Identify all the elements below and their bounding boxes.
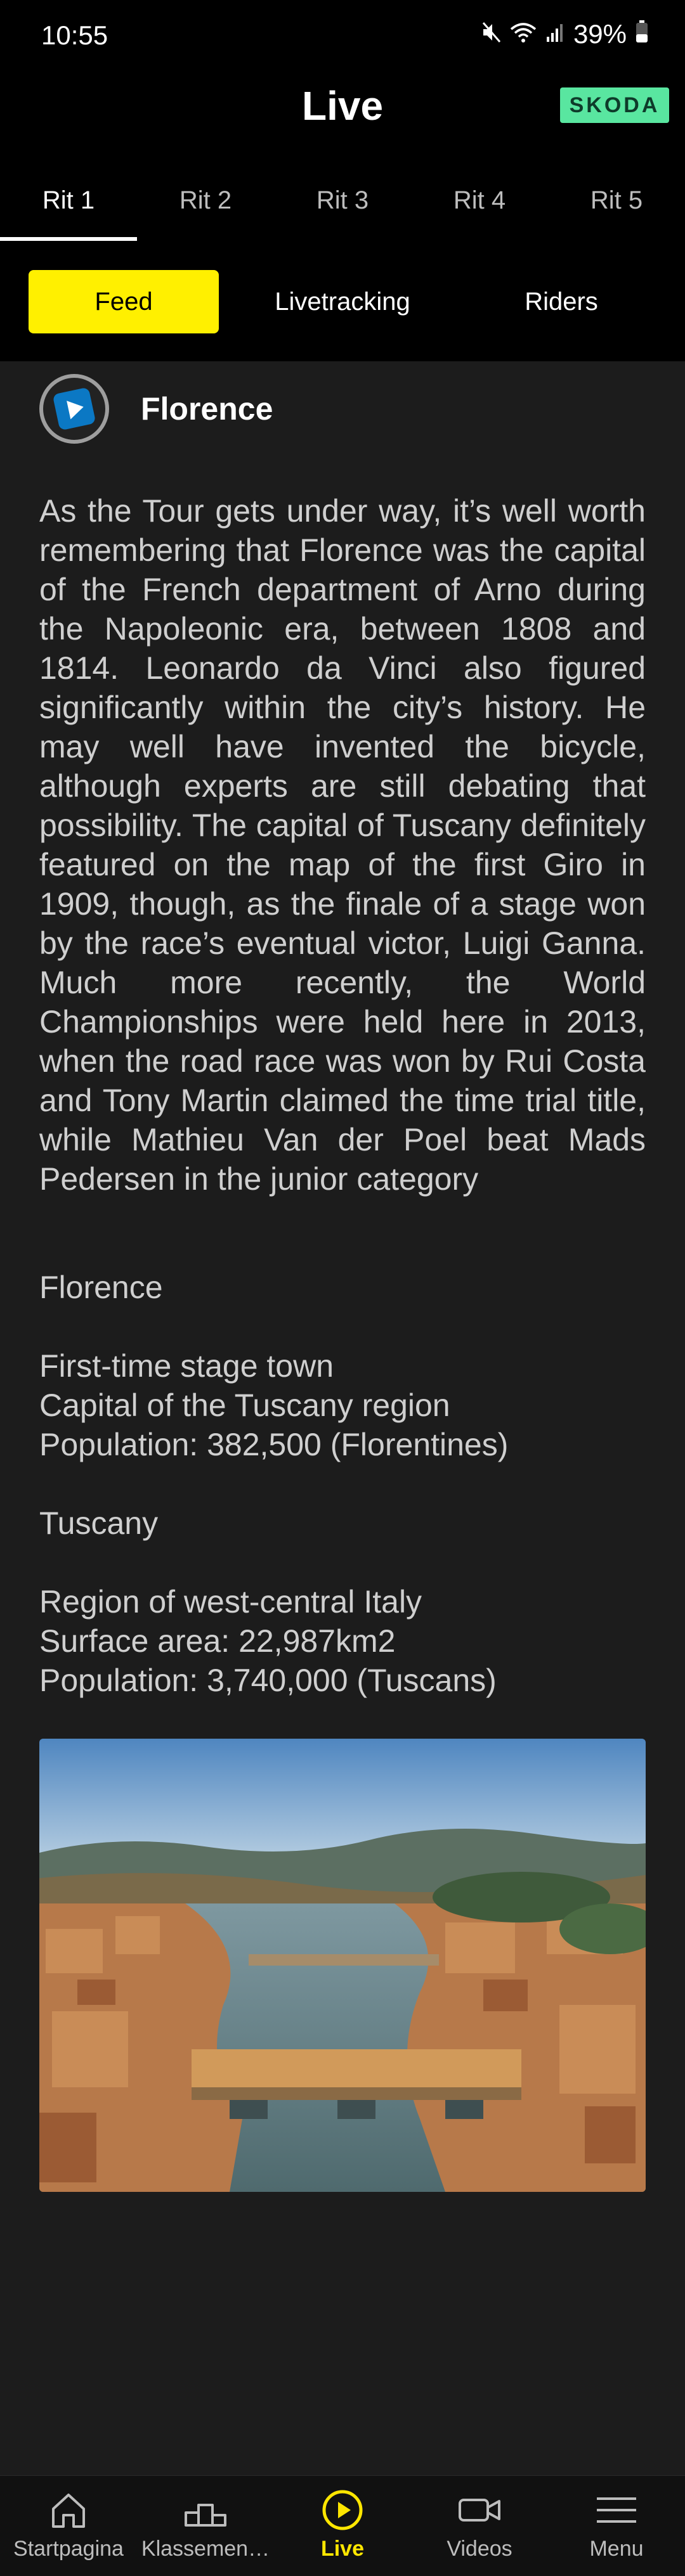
status-bar: 10:55 39% (0, 0, 685, 76)
stage-tabs: Rit 1 Rit 2 Rit 3 Rit 4 Rit 5 (0, 165, 685, 241)
florence-fact: First-time stage town (39, 1348, 334, 1384)
tab-rit-5[interactable]: Rit 5 (548, 165, 685, 241)
video-camera-icon (457, 2487, 502, 2533)
nav-label: Live (320, 2537, 365, 2561)
signal-icon (545, 19, 564, 49)
nav-label: Menu (589, 2537, 644, 2561)
nav-live[interactable]: Live (274, 2476, 411, 2576)
nav-label: Videos (447, 2537, 512, 2561)
florence-photo (39, 1739, 646, 2192)
florence-fact: Population: 382,500 (Florentines) (39, 1427, 509, 1462)
tab-rit-1[interactable]: Rit 1 (0, 165, 137, 241)
nav-videos[interactable]: Videos (411, 2476, 548, 2576)
live-play-icon (320, 2487, 365, 2533)
florence-heading: Florence (39, 1270, 163, 1305)
view-segments: Feed Livetracking Riders (0, 241, 685, 361)
florence-fact: Capital of the Tuscany region (39, 1388, 450, 1423)
tuscany-info: Tuscany Region of west-central Italy Sur… (39, 1504, 646, 1700)
nav-klassement[interactable]: Klassemen… (137, 2476, 274, 2576)
segment-riders[interactable]: Riders (466, 270, 656, 333)
battery-icon (636, 19, 648, 49)
post-body: As the Tour gets under way, it’s well wo… (39, 493, 646, 1197)
segment-livetracking[interactable]: Livetracking (247, 270, 438, 333)
status-time: 10:55 (41, 20, 108, 50)
tuscany-fact: Surface area: 22,987km2 (39, 1623, 396, 1659)
tuscany-heading: Tuscany (39, 1505, 159, 1541)
nav-menu[interactable]: Menu (548, 2476, 685, 2576)
bottom-navigation: Startpagina Klassemen… Live Videos Menu (0, 2475, 685, 2576)
mute-icon (482, 19, 501, 49)
tuscany-fact: Population: 3,740,000 (Tuscans) (39, 1663, 497, 1698)
hamburger-menu-icon (594, 2487, 639, 2533)
segment-feed[interactable]: Feed (29, 270, 219, 333)
home-icon (46, 2487, 91, 2533)
app-header: Live SKODA (0, 76, 685, 165)
battery-percentage: 39% (573, 19, 627, 49)
post-title: Florence (141, 391, 273, 427)
sponsor-logo[interactable]: SKODA (560, 87, 669, 123)
tab-rit-2[interactable]: Rit 2 (137, 165, 274, 241)
wifi-icon (510, 19, 537, 49)
tuscany-fact: Region of west-central Italy (39, 1584, 422, 1620)
nav-label: Startpagina (13, 2537, 124, 2561)
nav-startpagina[interactable]: Startpagina (0, 2476, 137, 2576)
tab-rit-3[interactable]: Rit 3 (274, 165, 411, 241)
status-icons: 39% (482, 19, 648, 49)
podium-icon (183, 2487, 228, 2533)
video-play-icon[interactable] (39, 374, 109, 444)
post-header: Florence (39, 374, 273, 444)
nav-label: Klassemen… (141, 2537, 270, 2561)
tab-rit-4[interactable]: Rit 4 (411, 165, 548, 241)
florence-info: Florence First-time stage town Capital o… (39, 1268, 646, 1464)
